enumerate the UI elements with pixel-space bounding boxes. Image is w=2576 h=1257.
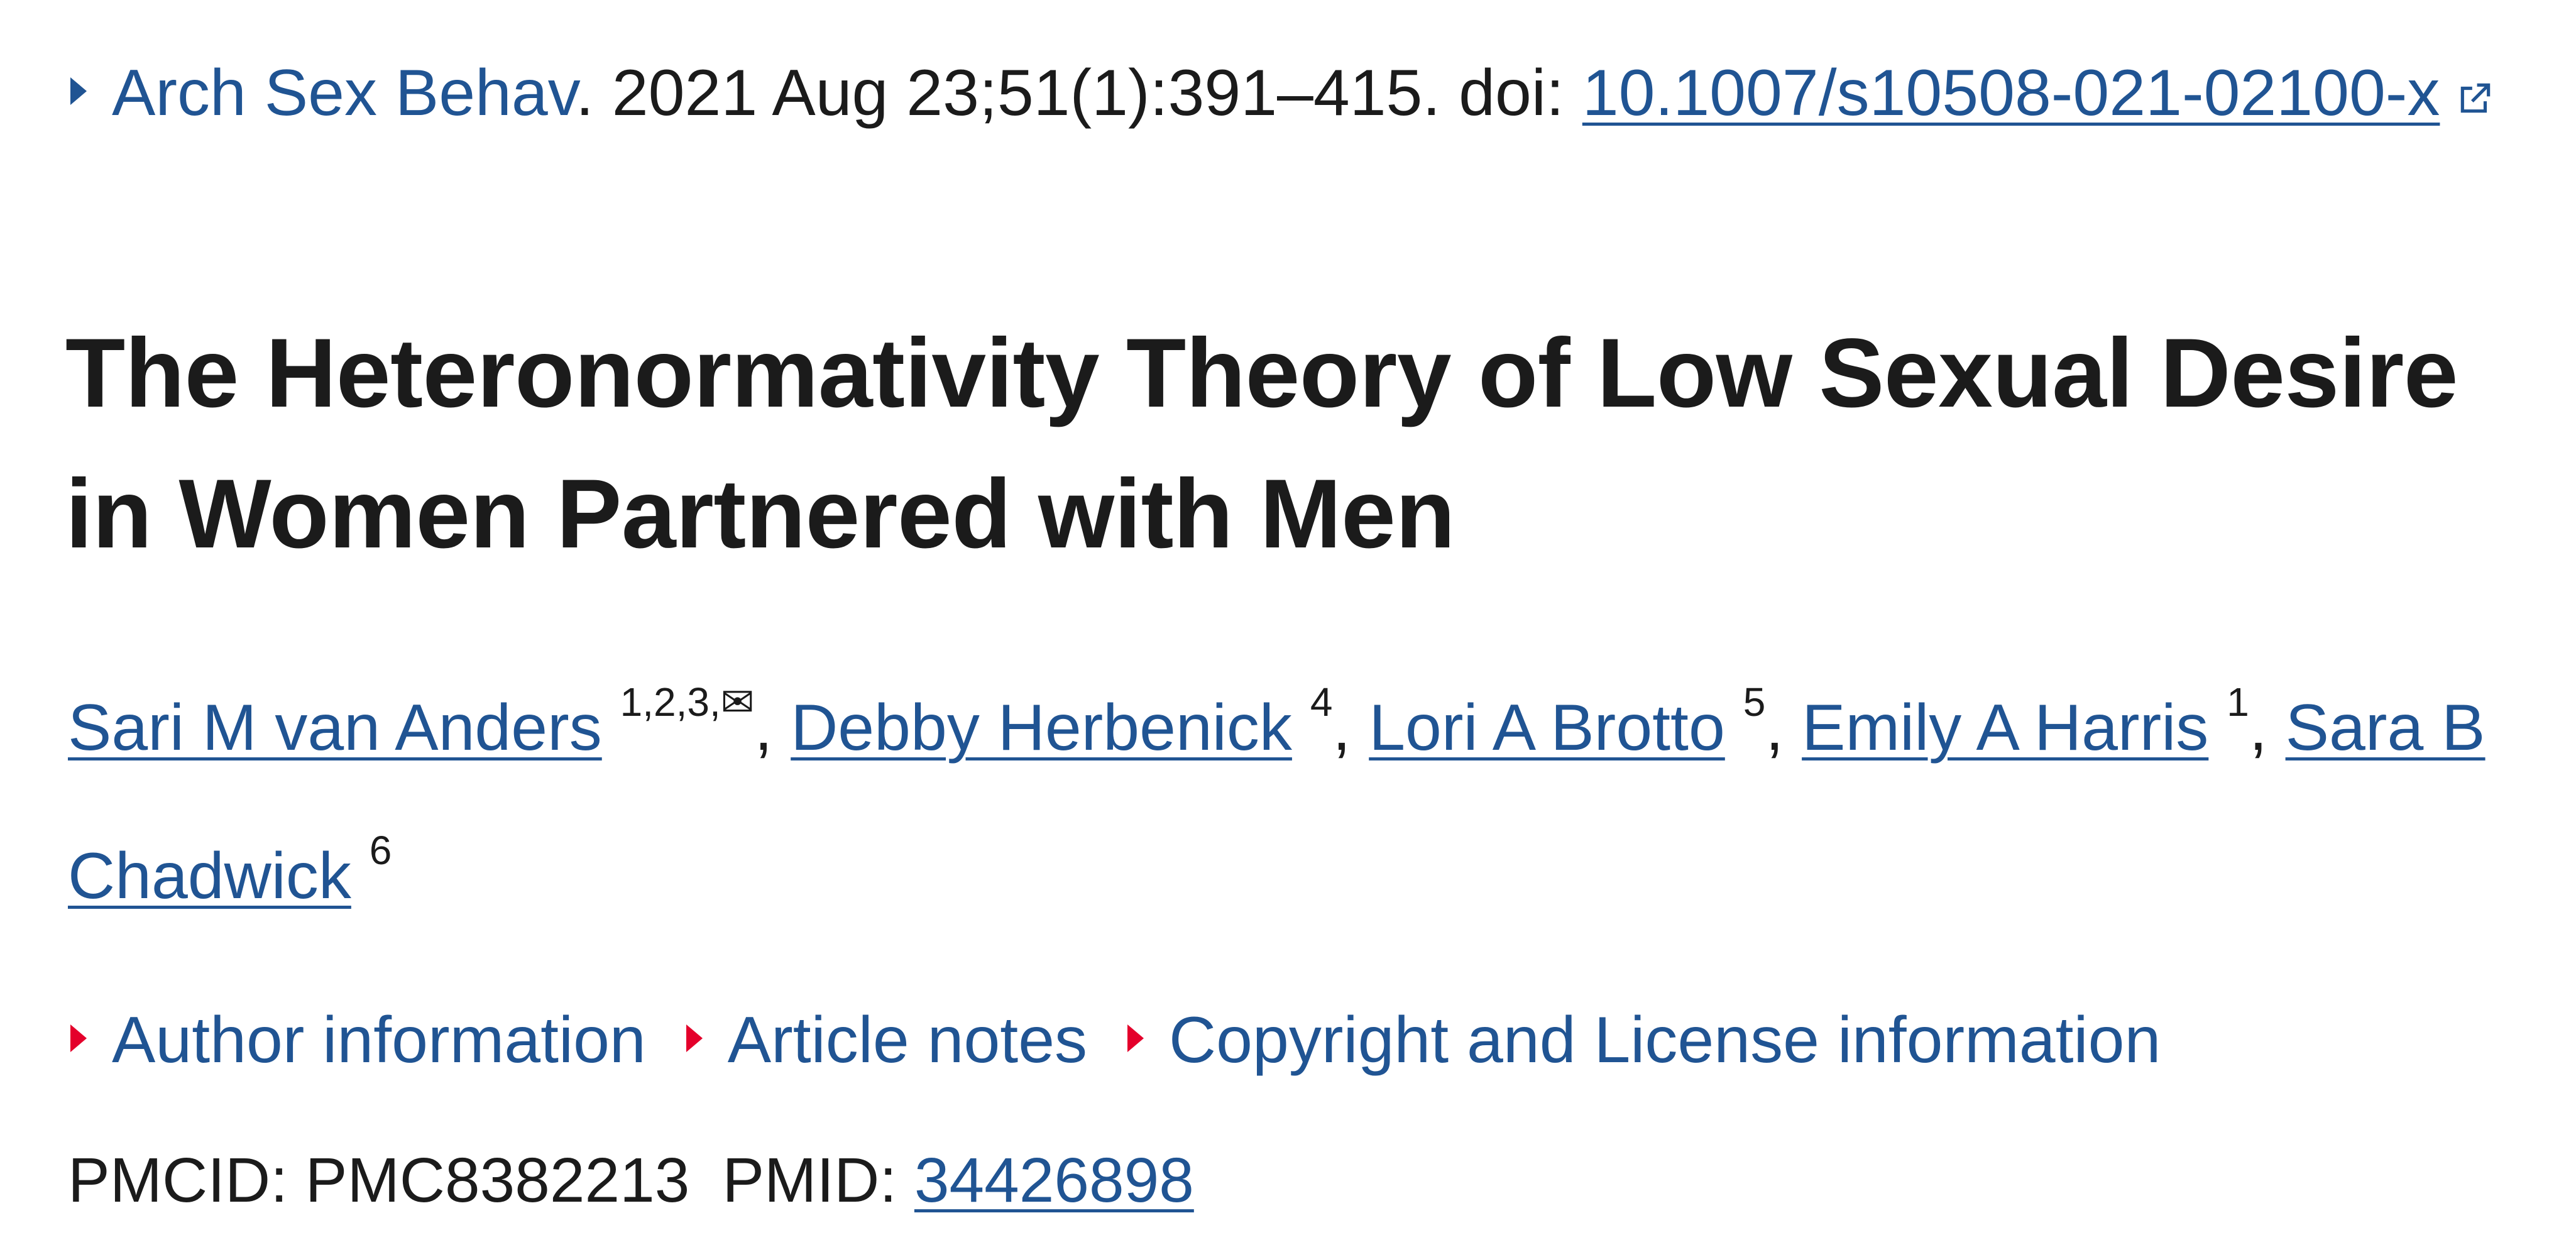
journal-link[interactable]: Arch Sex Behav bbox=[112, 57, 576, 129]
author-affiliation[interactable]: 5 bbox=[1743, 679, 1766, 725]
citation-details: . 2021 Aug 23;51(1):391–415. doi: bbox=[576, 57, 1582, 129]
author-link[interactable]: Debby Herbenick bbox=[791, 691, 1292, 764]
pmid-link[interactable]: 34426898 bbox=[914, 1145, 1194, 1216]
author-affiliation[interactable]: 6 bbox=[370, 828, 392, 873]
article-title: The Heteronormativity Theory of Low Sexu… bbox=[65, 319, 2458, 569]
author-link[interactable]: Lori A Brotto bbox=[1369, 691, 1725, 764]
copyright-license-toggle[interactable]: Copyright and License information bbox=[1127, 996, 2161, 1084]
author-link[interactable]: Emily A Harris bbox=[1802, 691, 2208, 764]
author-information-label: Author information bbox=[112, 1004, 646, 1077]
article-expanders: Author information Article notes Copyright… bbox=[70, 996, 2201, 1084]
external-link-icon bbox=[2456, 52, 2495, 140]
author-affiliation[interactable]: 4 bbox=[1310, 679, 1333, 725]
article-identifiers: PMCID: PMC8382213 PMID: 34426898 bbox=[68, 1136, 1194, 1224]
triangle-right-icon bbox=[70, 1024, 87, 1052]
citation-line: Arch Sex Behav. 2021 Aug 23;51(1):391–41… bbox=[70, 49, 2495, 140]
triangle-right-icon[interactable] bbox=[70, 77, 87, 105]
author-information-toggle[interactable]: Author information bbox=[70, 996, 646, 1084]
article-notes-label: Article notes bbox=[727, 1004, 1088, 1077]
copyright-license-label: Copyright and License information bbox=[1169, 1004, 2161, 1077]
pmcid-value: PMC8382213 bbox=[305, 1145, 690, 1216]
author-affiliation[interactable]: 1,2,3,✉ bbox=[620, 679, 755, 725]
pmcid-label: PMCID: bbox=[68, 1145, 305, 1216]
doi-link[interactable]: 10.1007/s10508-021-02100-x bbox=[1582, 57, 2440, 129]
triangle-right-icon bbox=[1127, 1024, 1144, 1052]
author-affiliation[interactable]: 1 bbox=[2227, 679, 2249, 725]
pmid-label: PMID: bbox=[722, 1145, 914, 1216]
article-notes-toggle[interactable]: Article notes bbox=[686, 996, 1087, 1084]
author-list: Sari M van Anders 1,2,3,✉, Debby Herbeni… bbox=[68, 679, 2486, 913]
triangle-right-icon bbox=[686, 1024, 703, 1052]
author-link[interactable]: Sari M van Anders bbox=[68, 691, 602, 764]
